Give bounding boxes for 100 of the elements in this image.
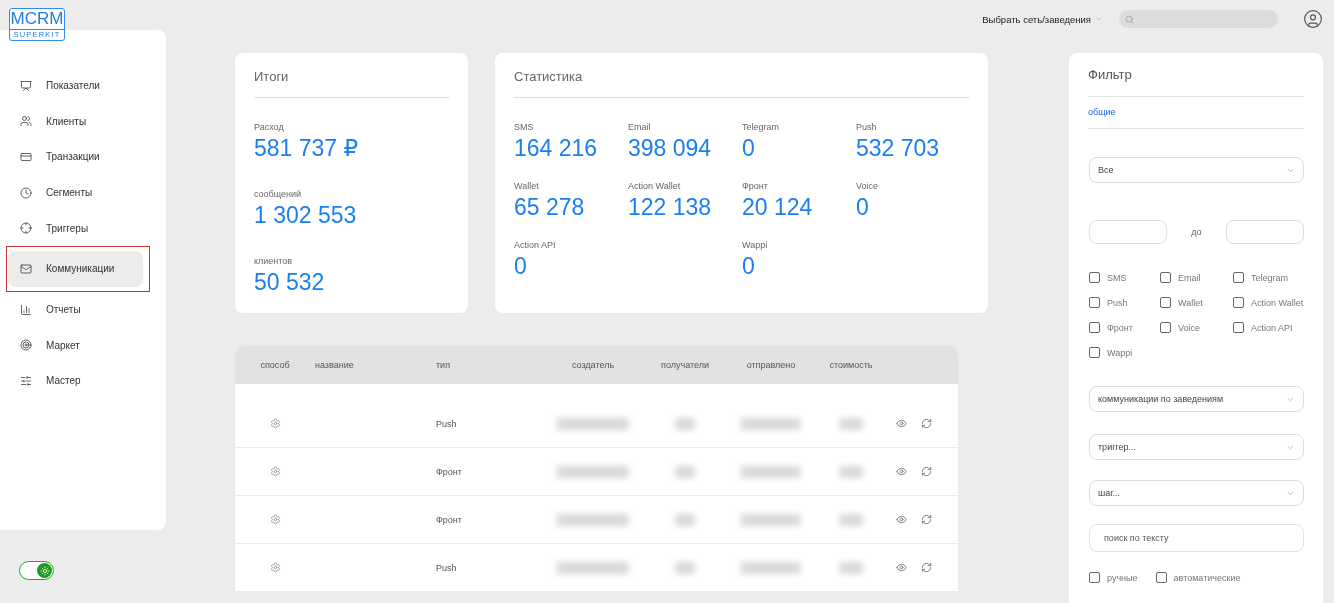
stat-value: 0	[514, 253, 528, 279]
venue-select[interactable]: коммуникации по заведениям	[1089, 386, 1304, 412]
nav-item[interactable]: Маркет	[8, 327, 142, 364]
refresh-icon[interactable]	[921, 562, 932, 573]
nav-item[interactable]: Сегменты	[8, 174, 142, 211]
gear-icon	[269, 514, 281, 525]
column-header[interactable]: стоимость	[812, 360, 890, 370]
card-title: Итоги	[254, 69, 450, 98]
channel-checkbox[interactable]: Wallet	[1160, 297, 1233, 308]
stat-value: 0	[856, 194, 870, 220]
eye-icon[interactable]	[896, 466, 907, 477]
nav-item[interactable]: Мастер	[8, 363, 142, 399]
blurred-placeholder	[557, 561, 629, 574]
column-header[interactable]: отправлено	[730, 360, 812, 370]
range-start-field[interactable]	[1089, 220, 1167, 244]
gear-icon	[269, 466, 281, 477]
blurred-placeholder	[675, 513, 695, 526]
blurred-placeholder	[839, 513, 863, 526]
nav-item[interactable]: Триггеры	[8, 210, 142, 246]
eye-icon[interactable]	[896, 514, 907, 525]
blurred-placeholder	[557, 465, 629, 478]
card-title: Статистика	[514, 69, 970, 98]
avatar-icon[interactable]	[1303, 9, 1323, 29]
nav-icon	[20, 151, 32, 163]
channel-checkbox[interactable]: Voice	[1160, 322, 1233, 333]
stat-label: SMS	[514, 122, 535, 132]
filter-tab[interactable]: общие	[1088, 97, 1304, 129]
period-select[interactable]: Все	[1089, 157, 1304, 183]
refresh-icon[interactable]	[921, 418, 932, 429]
stat-value: 50 532	[254, 269, 326, 295]
trigger-select[interactable]: триггер...	[1089, 434, 1304, 460]
nav-item[interactable]: Клиенты	[8, 103, 142, 140]
text-search-field[interactable]: поиск по тексту	[1089, 524, 1304, 552]
mode-checkbox[interactable]: автоматические	[1155, 572, 1241, 583]
stat-value: 0	[742, 135, 756, 161]
blurred-placeholder	[557, 417, 629, 430]
blurred-placeholder	[675, 417, 695, 430]
gear-icon	[269, 418, 281, 429]
blurred-placeholder	[675, 561, 695, 574]
stat-label: Voice	[856, 181, 880, 191]
table-cell: Фронт	[436, 466, 462, 477]
blurred-placeholder	[741, 513, 801, 526]
channel-checkbox[interactable]: Push	[1089, 297, 1160, 308]
stat-value: 20 124	[742, 194, 814, 220]
mode-checkbox[interactable]: ручные	[1089, 572, 1138, 583]
eye-icon[interactable]	[896, 418, 907, 429]
blurred-placeholder	[839, 465, 863, 478]
eye-icon[interactable]	[896, 562, 907, 573]
nav-icon	[20, 262, 32, 275]
step-select[interactable]: шаг...	[1089, 480, 1304, 506]
blurred-placeholder	[839, 417, 863, 430]
channel-checkbox[interactable]: SMS	[1089, 272, 1160, 283]
channel-checkbox[interactable]: Фронт	[1089, 322, 1160, 333]
nav-item[interactable]: Показатели	[8, 68, 142, 104]
stat-label: Расход	[254, 122, 285, 132]
range-end-field[interactable]	[1226, 220, 1304, 244]
stat-label: Wappi	[742, 240, 769, 250]
stat-label: Wallet	[514, 181, 540, 191]
channel-checkbox[interactable]: Wappi	[1089, 347, 1160, 358]
column-header[interactable]: способ	[235, 360, 315, 370]
theme-toggle[interactable]	[19, 561, 54, 580]
nav-icon	[20, 222, 32, 235]
nav-icon	[20, 79, 32, 92]
table-row[interactable]: Фронт	[235, 448, 958, 496]
column-header[interactable]: создатель	[546, 360, 640, 370]
stat-value: 164 216	[514, 135, 599, 161]
nav-item[interactable]: Отчеты	[8, 291, 142, 328]
column-header[interactable]: тип	[436, 360, 546, 370]
blurred-placeholder	[741, 465, 801, 478]
column-header[interactable]: получатели	[640, 360, 730, 370]
sun-icon	[39, 565, 50, 576]
gear-icon	[269, 562, 281, 573]
channel-checkbox[interactable]: Email	[1160, 272, 1233, 283]
stat-label: Email	[628, 122, 652, 132]
table-row[interactable]: Push	[235, 544, 958, 592]
stat-label: Telegram	[742, 122, 780, 132]
stat-value: 532 703	[856, 135, 941, 161]
table-row[interactable]: Фронт	[235, 496, 958, 544]
blurred-placeholder	[741, 417, 801, 430]
stat-label: Фронт	[742, 181, 769, 191]
nav-item[interactable]: Коммуникации	[8, 250, 143, 287]
refresh-icon[interactable]	[921, 466, 932, 477]
column-header[interactable]: название	[315, 360, 436, 370]
nav-item[interactable]: Транзакции	[8, 139, 142, 175]
channel-checkbox[interactable]: Action Wallet	[1233, 297, 1304, 308]
search-icon	[1125, 14, 1134, 24]
nav-icon	[20, 186, 32, 199]
table-cell: Push	[436, 418, 457, 429]
stat-label: клиентов	[254, 256, 294, 266]
stat-label: Push	[856, 122, 878, 132]
table-cell: Фронт	[436, 514, 462, 525]
range-separator: до	[1191, 227, 1202, 237]
refresh-icon[interactable]	[921, 514, 932, 525]
search-field[interactable]	[1119, 10, 1278, 28]
channel-checkbox[interactable]: Telegram	[1233, 272, 1304, 283]
network-select[interactable]: Выбрать сеть/заведения	[982, 13, 1103, 25]
stat-label: сообщений	[254, 189, 303, 199]
channel-checkbox[interactable]: Action API	[1233, 322, 1304, 333]
table-row[interactable]: Push	[235, 400, 958, 448]
nav-icon	[20, 115, 32, 128]
